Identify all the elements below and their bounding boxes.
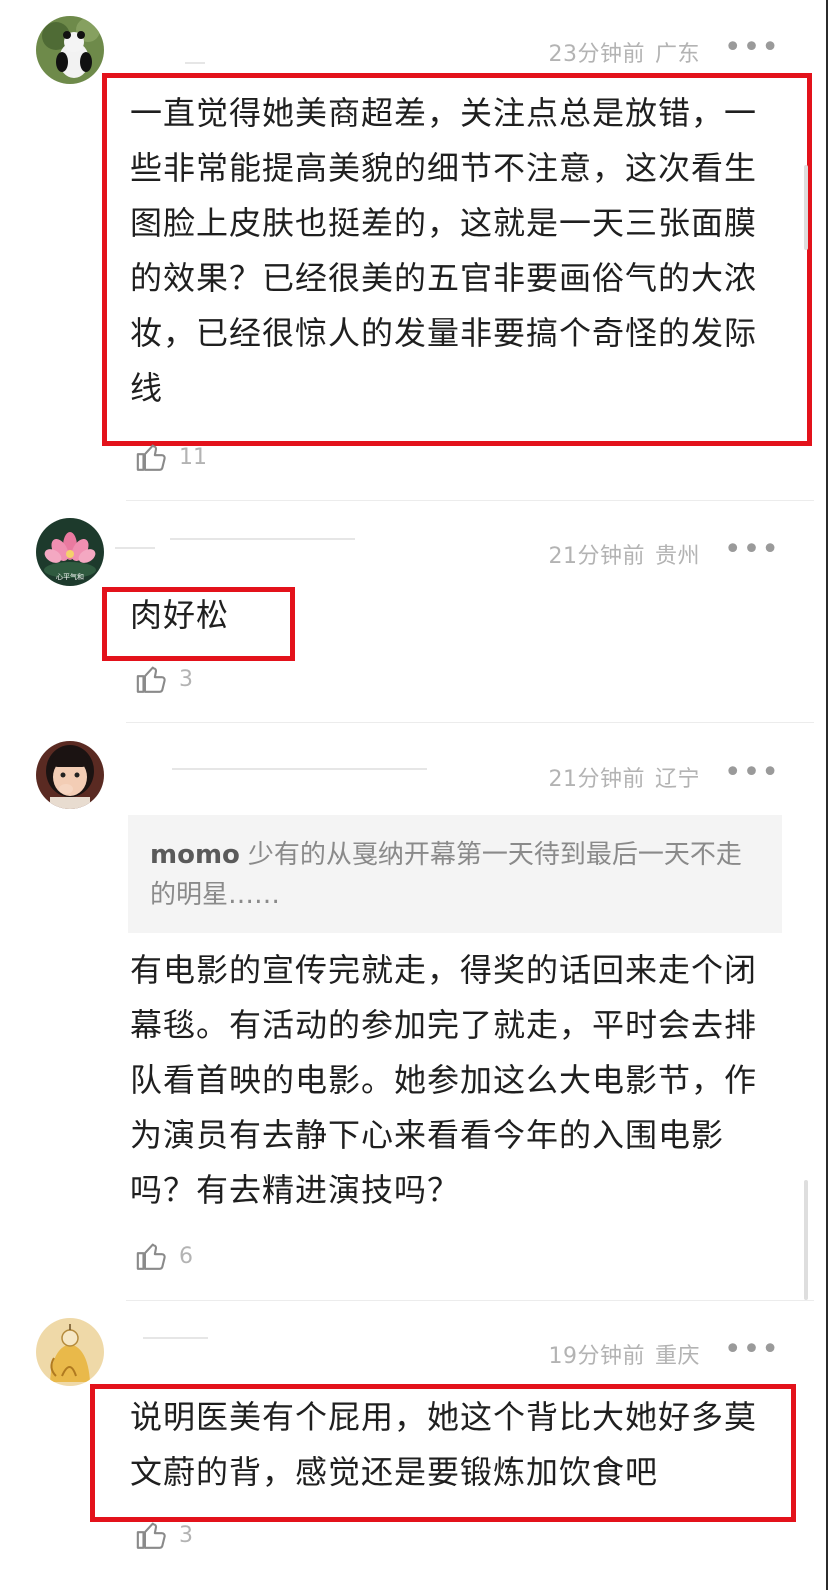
comment-divider [126,1300,814,1301]
comment-time: 21分钟前 [548,544,645,569]
like-button[interactable]: 3 [135,1518,193,1552]
scrollbar-thumb[interactable] [804,1180,808,1300]
lotus-avatar-icon: 心平气和 [36,518,104,586]
more-dots-icon[interactable]: ••• [724,535,780,565]
comment-meta: 21分钟前 辽宁 [548,761,700,793]
more-dots-icon[interactable]: ••• [724,33,780,63]
avatar-caption: 心平气和 [56,572,84,581]
comment-location: 广东 [654,42,700,67]
child-avatar-icon [36,741,104,809]
like-count: 3 [179,1522,193,1548]
thumb-up-icon [136,666,166,693]
username-placeholder[interactable] [172,768,427,770]
comment-time: 23分钟前 [548,42,645,67]
like-count: 11 [179,444,207,470]
thumb-up-icon [136,1522,166,1549]
highlight-box [102,587,295,661]
highlight-box [102,73,812,446]
like-button[interactable]: 6 [135,1239,193,1273]
quoted-reply[interactable]: momo 少有的从戛纳开幕第一天待到最后一天不走的明星…… [128,815,782,933]
comment-meta: 21分钟前 贵州 [548,538,700,570]
quoted-username: momo [150,840,240,870]
comment-divider [126,722,814,723]
like-button[interactable]: 11 [135,440,207,474]
monk-avatar-icon [36,1318,104,1386]
thumb-up-icon [136,1243,166,1270]
scrollbar-thumb[interactable] [804,165,808,250]
panda-avatar-icon [36,16,104,84]
more-dots-icon[interactable]: ••• [724,758,780,788]
user-avatar[interactable] [36,16,104,84]
comment-meta: 19分钟前 重庆 [548,1338,700,1370]
comment-time: 19分钟前 [548,1344,645,1369]
more-dots-icon[interactable]: ••• [724,1335,780,1365]
username-placeholder[interactable] [115,547,155,549]
thumb-up-icon [136,444,166,471]
comment-divider [126,500,814,501]
comment-text: 有电影的宣传完就走，得奖的话回来走个闭幕毯。有活动的参加完了就走，平时会去排队看… [130,951,758,1209]
comment-location: 贵州 [654,544,700,569]
like-count: 3 [179,666,193,692]
username-placeholder[interactable] [185,62,205,64]
comment-location: 辽宁 [654,767,700,792]
user-avatar[interactable] [36,741,104,809]
comment-time: 21分钟前 [548,767,645,792]
highlight-box [90,1384,796,1522]
user-avatar[interactable] [36,1318,104,1386]
comment-location: 重庆 [654,1344,700,1369]
username-placeholder[interactable] [170,538,355,540]
username-placeholder[interactable] [143,1337,208,1339]
like-count: 6 [179,1243,193,1269]
comment-meta: 23分钟前 广东 [548,36,700,68]
like-button[interactable]: 3 [135,662,193,696]
user-avatar[interactable]: 心平气和 [36,518,104,586]
